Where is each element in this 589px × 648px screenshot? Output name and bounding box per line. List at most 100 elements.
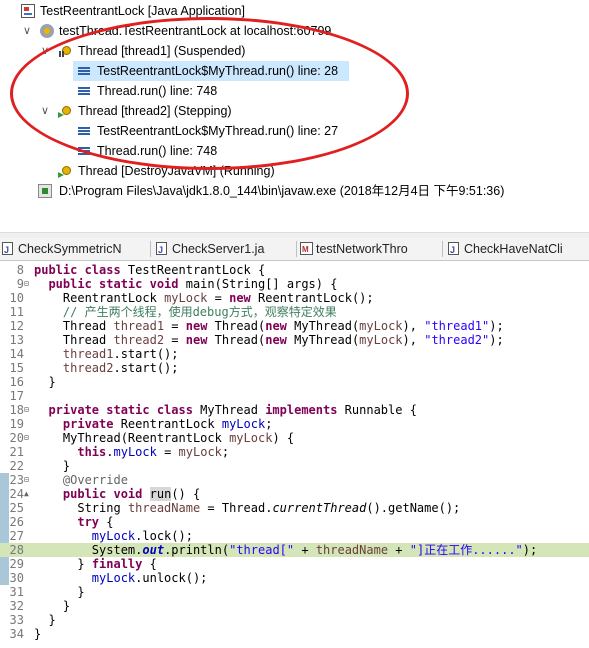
fold-icon[interactable]: ⊟ <box>24 277 32 291</box>
line-number: 17 <box>9 389 24 403</box>
code-line: 22 } <box>0 459 589 473</box>
tree-label: Thread.run() line: 748 <box>97 144 218 158</box>
manifest-file-icon <box>300 239 313 260</box>
stack-frame-icon <box>77 124 91 138</box>
tree-label: Thread [thread2] (Stepping) <box>78 104 232 118</box>
tree-item-stack-frame[interactable]: Thread.run() line: 748 <box>73 141 373 161</box>
line-number: 18 <box>9 403 24 417</box>
tab-label: CheckHaveNatCli <box>464 242 563 256</box>
code-line: 21 this.myLock = myLock; <box>0 445 589 459</box>
java-file-icon <box>2 239 13 260</box>
line-number: 16 <box>9 375 24 389</box>
code-line: 19 private ReentrantLock myLock; <box>0 417 589 431</box>
tab-test-network[interactable]: testNetworkThro <box>298 238 440 260</box>
tree-label: TestReentrantLock$MyThread.run() line: 2… <box>97 124 339 138</box>
code-line: 17 <box>0 389 589 403</box>
tab-divider <box>296 241 297 257</box>
expand-chevron-icon[interactable]: ∨ <box>39 101 51 121</box>
code-line: 8 public class TestReentrantLock { <box>0 263 589 277</box>
debug-target-icon <box>40 24 54 38</box>
code-line: 33 } <box>0 613 589 627</box>
line-number: 23 <box>9 473 24 487</box>
stack-frame-icon <box>77 64 91 78</box>
line-number: 32 <box>9 599 24 613</box>
tree-label: Thread [thread1] (Suspended) <box>78 44 246 58</box>
code-line: 9 ⊟ public static void main(String[] arg… <box>0 277 589 291</box>
tab-label: testNetworkThro <box>316 242 408 256</box>
line-number: 19 <box>9 417 24 431</box>
line-number: 30 <box>9 571 24 585</box>
tab-check-symmetric[interactable]: CheckSymmetricN <box>0 238 148 260</box>
code-line: 27 myLock.lock(); <box>0 529 589 543</box>
line-number: 20 <box>9 431 24 445</box>
current-debug-line: 28 System.out.println("thread[" + thread… <box>0 543 589 557</box>
process-icon <box>38 184 52 198</box>
java-application-icon <box>21 4 35 18</box>
code-line: 24 ▲ public void run() { <box>0 487 589 501</box>
tree-item-thread2[interactable]: ∨ Thread [thread2] (Stepping) <box>0 101 589 121</box>
tab-check-server[interactable]: CheckServer1.ja <box>154 238 294 260</box>
override-marker-icon[interactable]: ▲ <box>24 487 32 501</box>
code-line: 26 try { <box>0 515 589 529</box>
editor-tab-bar: CheckSymmetricN CheckServer1.ja testNetw… <box>0 238 589 261</box>
stack-frame-icon <box>77 144 91 158</box>
code-line: 29 } finally { <box>0 557 589 571</box>
line-number: 10 <box>9 291 24 305</box>
tree-item-thread1[interactable]: ∨ Thread [thread1] (Suspended) <box>0 41 589 61</box>
line-number: 26 <box>9 515 24 529</box>
tree-label: TestReentrantLock [Java Application] <box>40 4 245 18</box>
line-number: 27 <box>9 529 24 543</box>
code-line: 20 ⊟ MyThread(ReentrantLock myLock) { <box>0 431 589 445</box>
tab-check-have-nat[interactable]: CheckHaveNatCli <box>446 238 589 260</box>
expand-chevron-icon[interactable]: ∨ <box>39 41 51 61</box>
line-number: 33 <box>9 613 24 627</box>
tree-item-process[interactable]: D:\Program Files\Java\jdk1.8.0_144\bin\j… <box>0 181 589 201</box>
line-number: 8 <box>16 263 24 277</box>
line-number: 28 <box>9 543 24 557</box>
stepping-thread-icon <box>58 104 72 118</box>
tab-divider <box>150 241 151 257</box>
fold-icon[interactable]: ⊟ <box>24 473 32 487</box>
code-editor[interactable]: 8 public class TestReentrantLock { 9 ⊟ p… <box>0 261 589 648</box>
tab-label: CheckServer1.ja <box>172 242 265 256</box>
fold-icon[interactable]: ⊟ <box>24 403 32 417</box>
tree-item-thread3[interactable]: Thread [DestroyJavaVM] (Running) <box>0 161 589 181</box>
code-line: 12 Thread thread1 = new Thread(new MyThr… <box>0 319 589 333</box>
tree-item-stack-frame[interactable]: Thread.run() line: 748 <box>73 81 373 101</box>
code-line: 23 ⊟ @Override <box>0 473 589 487</box>
line-number: 13 <box>9 333 24 347</box>
expand-chevron-icon[interactable]: ∨ <box>21 21 33 41</box>
suspended-thread-icon <box>58 44 72 58</box>
stack-frame-icon <box>77 84 91 98</box>
fold-icon[interactable]: ⊟ <box>24 431 32 445</box>
code-line: 31 } <box>0 585 589 599</box>
java-file-icon <box>156 239 167 260</box>
tree-label: TestReentrantLock$MyThread.run() line: 2… <box>97 64 339 78</box>
code-line: 10 ReentrantLock myLock = new ReentrantL… <box>0 291 589 305</box>
line-number: 29 <box>9 557 24 571</box>
code-line: 14 thread1.start(); <box>0 347 589 361</box>
running-thread-icon <box>58 164 72 178</box>
code-line: 16 } <box>0 375 589 389</box>
code-line: 32 } <box>0 599 589 613</box>
tree-label: Thread.run() line: 748 <box>97 84 218 98</box>
code-line: 34 } <box>0 627 589 641</box>
tree-item-stack-frame[interactable]: TestReentrantLock$MyThread.run() line: 2… <box>73 121 373 141</box>
tree-item-vm[interactable]: ∨ testThread.TestReentrantLock at localh… <box>0 21 589 41</box>
code-line: 25 String threadName = Thread.currentThr… <box>0 501 589 515</box>
line-number: 11 <box>9 305 24 319</box>
line-number: 14 <box>9 347 24 361</box>
code-line: 15 thread2.start(); <box>0 361 589 375</box>
line-number: 25 <box>9 501 24 515</box>
tree-item-app[interactable]: TestReentrantLock [Java Application] <box>0 1 589 21</box>
tree-label: testThread.TestReentrantLock at localhos… <box>59 24 332 38</box>
tab-label: CheckSymmetricN <box>18 242 122 256</box>
tree-item-stack-frame-selected[interactable]: TestReentrantLock$MyThread.run() line: 2… <box>73 61 349 81</box>
line-number: 24 <box>9 487 24 501</box>
tab-divider <box>442 241 443 257</box>
line-number: 31 <box>9 585 24 599</box>
code-line: 11 // 产生两个线程，使用debug方式，观察特定效果 <box>0 305 589 319</box>
code-line: 30 myLock.unlock(); <box>0 571 589 585</box>
line-number: 9 <box>16 277 24 291</box>
line-number: 12 <box>9 319 24 333</box>
